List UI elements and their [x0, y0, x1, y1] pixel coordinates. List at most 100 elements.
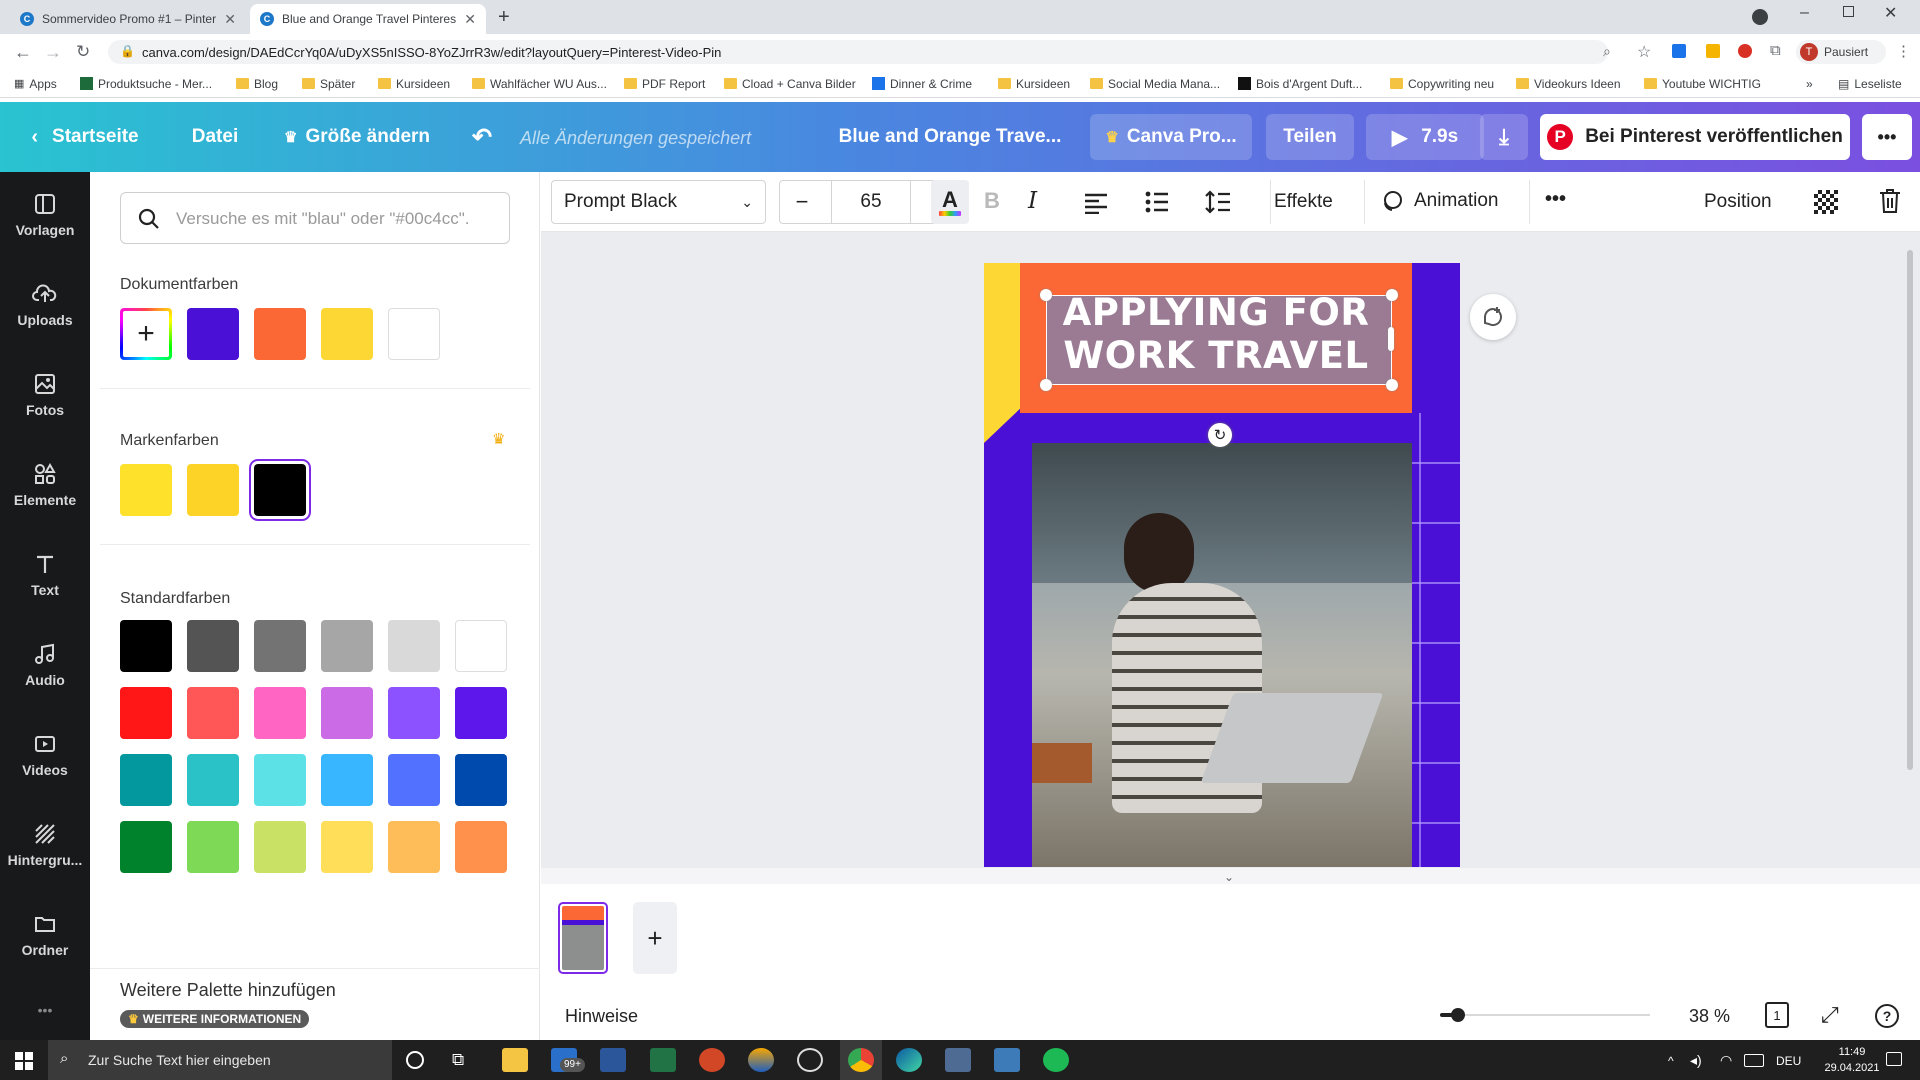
sidebar-more-button[interactable]: ••• [0, 1002, 90, 1018]
bookmark-star-icon[interactable]: ☆ [1637, 42, 1651, 62]
bookmark-item[interactable]: Youtube WICHTIG [1644, 77, 1761, 91]
standard-color-swatch[interactable] [455, 821, 507, 873]
reading-list-button[interactable]: ▤ Leseliste [1838, 77, 1902, 91]
add-color-button[interactable]: + [120, 308, 172, 360]
zoom-slider-thumb[interactable] [1450, 1008, 1465, 1022]
taskbar-search-input[interactable]: ⌕ Zur Suche Text hier eingeben [48, 1040, 392, 1080]
browser-menu-icon[interactable]: ⋮ [1896, 42, 1911, 60]
bookmark-item[interactable]: Social Media Mana... [1090, 77, 1220, 91]
italic-button[interactable]: I [1028, 188, 1037, 214]
design-page[interactable]: APPLYING FOR WORK TRAVEL ↻ [984, 263, 1460, 867]
transparency-icon[interactable] [1814, 190, 1838, 214]
zoom-icon[interactable]: ⌕ [1603, 43, 1611, 60]
bold-button[interactable]: B [984, 188, 1000, 214]
bookmark-item[interactable]: Videokurs Ideen [1516, 77, 1621, 91]
spacing-icon[interactable] [1205, 190, 1231, 214]
standard-color-swatch[interactable] [187, 821, 239, 873]
notes-button[interactable]: Hinweise [565, 1006, 638, 1027]
language-indicator[interactable]: DEU [1776, 1054, 1801, 1068]
close-window-icon[interactable]: ✕ [1884, 3, 1897, 23]
standard-color-swatch[interactable] [455, 687, 507, 739]
minimize-icon[interactable]: – [1800, 4, 1809, 22]
position-button[interactable]: Position [1704, 191, 1772, 213]
add-palette-link[interactable]: Weitere Palette hinzufügen [120, 980, 336, 1001]
bookmark-item[interactable]: Cload + Canva Bilder [724, 77, 856, 91]
app-icon[interactable] [748, 1048, 774, 1072]
standard-color-swatch[interactable] [187, 620, 239, 672]
font-family-dropdown[interactable]: Prompt Black ⌄ [551, 180, 766, 224]
sidebar-item-elements[interactable]: Elemente [0, 442, 90, 528]
more-options-button[interactable]: ••• [1862, 114, 1912, 160]
standard-color-swatch[interactable] [254, 754, 306, 806]
standard-color-swatch[interactable] [321, 821, 373, 873]
page-thumbnail[interactable] [558, 902, 608, 974]
vertical-scrollbar[interactable] [1907, 250, 1913, 770]
standard-color-swatch[interactable] [254, 620, 306, 672]
animation-button[interactable]: Animation [1380, 189, 1499, 213]
notifications-icon[interactable] [1886, 1052, 1902, 1066]
edge-icon[interactable] [896, 1048, 922, 1072]
standard-color-swatch[interactable] [455, 620, 507, 672]
standard-color-swatch[interactable] [187, 754, 239, 806]
url-field[interactable]: 🔒 canva.com/design/DAEdCcrYq0A/uDyXS5nIS… [108, 40, 1651, 64]
bookmark-item[interactable]: Produktsuche - Mer... [80, 77, 212, 91]
standard-color-swatch[interactable] [321, 754, 373, 806]
zoom-level[interactable]: 38 % [1689, 1006, 1730, 1027]
add-page-button[interactable]: + [633, 902, 677, 974]
task-view-icon[interactable]: ⧉ [452, 1050, 464, 1070]
bookmark-item[interactable]: Später [302, 77, 355, 91]
sidebar-item-videos[interactable]: Videos [0, 712, 90, 798]
extension-iq-icon[interactable] [1672, 44, 1686, 58]
app-icon[interactable] [797, 1048, 823, 1072]
file-menu-button[interactable]: Datei [176, 114, 254, 160]
excel-icon[interactable] [650, 1048, 676, 1072]
text-color-button[interactable]: A [931, 180, 969, 224]
extension-icon[interactable] [1706, 44, 1720, 58]
maximize-icon[interactable] [1843, 6, 1854, 17]
back-icon[interactable]: ← [14, 42, 32, 63]
download-button[interactable]: ⤓ [1480, 114, 1528, 160]
tray-chevron-icon[interactable]: ^ [1668, 1054, 1674, 1068]
font-size-input[interactable]: 65 [831, 180, 911, 224]
bookmark-item[interactable]: Copywriting neu [1390, 77, 1494, 91]
list-icon[interactable] [1144, 190, 1170, 214]
bookmark-apps[interactable]: ▦ Apps [14, 77, 57, 91]
document-color-swatch[interactable] [388, 308, 440, 360]
close-tab-icon[interactable]: ✕ [224, 11, 236, 28]
standard-color-swatch[interactable] [254, 821, 306, 873]
clock[interactable]: 11:49 29.04.2021 [1822, 1044, 1882, 1076]
standard-color-swatch[interactable] [388, 620, 440, 672]
windows-start-icon[interactable] [15, 1052, 33, 1070]
fullscreen-icon[interactable]: ⤢ [1821, 1002, 1839, 1028]
resize-handle[interactable] [1386, 289, 1398, 301]
page-count-button[interactable]: 1 [1765, 1002, 1789, 1028]
resize-handle[interactable] [1040, 379, 1052, 391]
effects-button[interactable]: Effekte [1274, 191, 1333, 213]
new-tab-button[interactable]: + [498, 6, 510, 29]
bookmark-item[interactable]: Kursideen [998, 77, 1070, 91]
sidebar-item-folders[interactable]: Ordner [0, 892, 90, 978]
app-icon[interactable] [945, 1048, 971, 1072]
woman-laptop-photo[interactable] [1032, 443, 1412, 867]
sidebar-item-photos[interactable]: Fotos [0, 352, 90, 438]
sidebar-item-background[interactable]: Hintergru... [0, 802, 90, 888]
standard-color-swatch[interactable] [388, 821, 440, 873]
add-comment-button[interactable] [1470, 294, 1516, 340]
standard-color-swatch[interactable] [120, 687, 172, 739]
standard-color-swatch[interactable] [388, 687, 440, 739]
forward-icon[interactable]: → [44, 42, 62, 63]
cortana-icon[interactable] [406, 1051, 424, 1069]
more-toolbar-button[interactable]: ••• [1545, 188, 1566, 211]
resize-handle[interactable] [1040, 289, 1052, 301]
document-color-swatch[interactable] [187, 308, 239, 360]
design-title[interactable]: Blue and Orange Trave... [830, 114, 1070, 160]
bookmark-item[interactable]: Dinner & Crime [872, 77, 972, 91]
document-color-swatch[interactable] [321, 308, 373, 360]
side-handle[interactable] [1388, 327, 1394, 351]
pinterest-publish-button[interactable]: P Bei Pinterest veröffentlichen [1540, 114, 1850, 160]
standard-color-swatch[interactable] [120, 821, 172, 873]
decrease-font-size-button[interactable]: − [780, 180, 824, 224]
brand-color-swatch-selected[interactable] [254, 464, 306, 516]
standard-color-swatch[interactable] [321, 687, 373, 739]
sidebar-item-text[interactable]: Text [0, 532, 90, 618]
